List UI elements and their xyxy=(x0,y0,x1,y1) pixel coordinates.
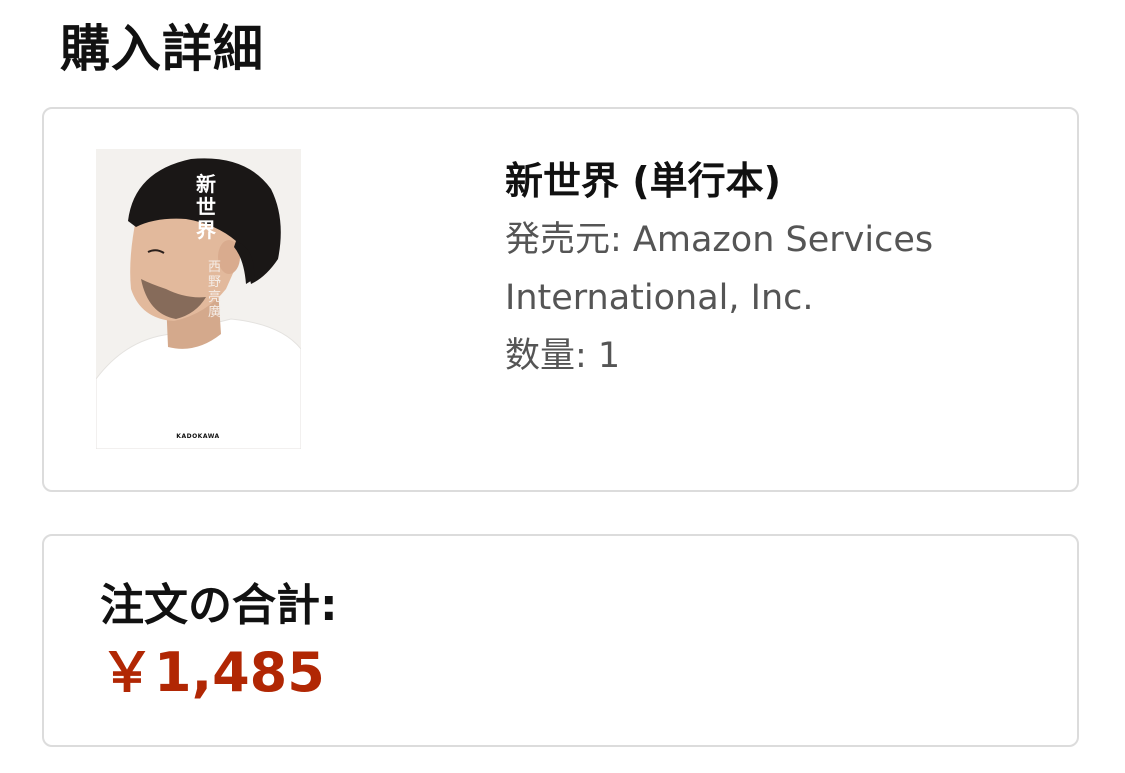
cover-title-char: 新 xyxy=(196,172,216,196)
item-meta: 発売元: Amazon Services International, Inc.… xyxy=(505,211,1045,385)
book-cover-image[interactable]: 新 世 界 西 野 亮 廣 KADOKAWA xyxy=(96,149,301,449)
item-info: 新世界 (単行本) 発売元: Amazon Services Internati… xyxy=(505,153,1045,385)
seller-line-1: 発売元: Amazon Services xyxy=(505,220,934,260)
order-total-label: 注文の合計: xyxy=(100,580,338,631)
order-total-card: 注文の合計: ￥1,485 xyxy=(42,534,1079,747)
page-title: 購入詳細 xyxy=(60,20,264,78)
order-item-card: 新 世 界 西 野 亮 廣 KADOKAWA 新世界 (単行本) 発売元: Am… xyxy=(42,107,1079,492)
order-total-value: ￥1,485 xyxy=(100,641,325,704)
svg-text:KADOKAWA: KADOKAWA xyxy=(176,433,219,440)
item-title-link[interactable]: 新世界 (単行本) xyxy=(505,153,1045,209)
seller-line-2: International, Inc. xyxy=(505,278,814,318)
quantity-text: 数量: 1 xyxy=(505,336,621,376)
